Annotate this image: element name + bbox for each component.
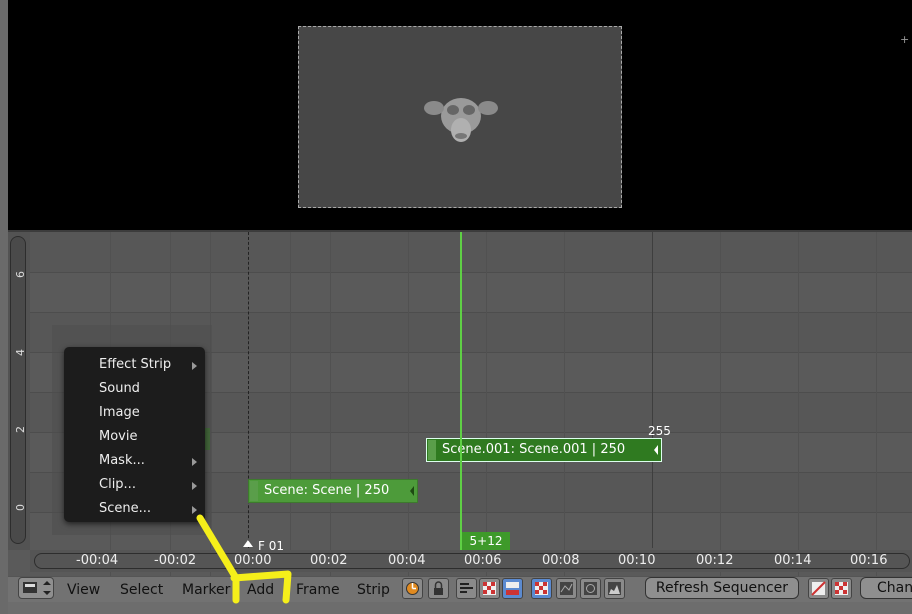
y-tick: 6 bbox=[14, 271, 27, 278]
strip-right-handle[interactable] bbox=[652, 440, 660, 460]
clock-icon[interactable] bbox=[402, 578, 423, 599]
end-frame-line bbox=[652, 232, 653, 548]
histogram-icon[interactable] bbox=[604, 578, 625, 599]
start-marker-icon bbox=[243, 540, 253, 547]
strip-left-handle[interactable] bbox=[428, 440, 436, 460]
frame-menu[interactable]: Frame bbox=[296, 580, 340, 600]
ruler-tick: 00:04 bbox=[388, 553, 426, 568]
vectorscope-icon[interactable] bbox=[580, 578, 601, 599]
marker-menu[interactable]: Marker bbox=[182, 580, 230, 600]
preview-mode-icon[interactable] bbox=[502, 578, 523, 599]
strip-label: Scene: Scene | 250 bbox=[264, 483, 390, 498]
add-dropdown-menu: Effect Strip Sound Image Movie Mask... C… bbox=[64, 347, 205, 522]
menu-item-sound[interactable]: Sound bbox=[99, 381, 140, 396]
end-frame-number: 255 bbox=[648, 424, 671, 438]
submenu-arrow-icon bbox=[192, 362, 197, 370]
submenu-arrow-icon bbox=[192, 482, 197, 490]
y-tick: 0 bbox=[14, 504, 27, 511]
strip-left-handle[interactable] bbox=[250, 481, 258, 501]
image-display-icon[interactable] bbox=[531, 578, 552, 599]
ruler-tick: 00:00 bbox=[234, 553, 272, 568]
editor-type-button[interactable] bbox=[18, 577, 54, 599]
strip-label: Scene.001: Scene.001 | 250 bbox=[442, 442, 626, 457]
add-menu[interactable]: Add bbox=[247, 580, 274, 600]
menu-item-image[interactable]: Image bbox=[99, 405, 140, 420]
menu-item-effect-strip[interactable]: Effect Strip bbox=[99, 357, 171, 372]
playhead-frame-label: 5+12 bbox=[462, 532, 510, 550]
checker-icon[interactable] bbox=[479, 578, 500, 599]
menu-item-scene[interactable]: Scene... bbox=[99, 501, 151, 516]
view-menu[interactable]: View bbox=[67, 580, 100, 600]
ruler-tick: 00:12 bbox=[696, 553, 734, 568]
window-border bbox=[0, 0, 8, 614]
submenu-arrow-icon bbox=[192, 506, 197, 514]
bottom-toolbar bbox=[8, 602, 912, 614]
sequencer-editor-icon bbox=[23, 581, 51, 595]
align-icon[interactable] bbox=[456, 578, 477, 599]
monkey-head-icon bbox=[424, 98, 498, 142]
refresh-sequencer-button[interactable]: Refresh Sequencer bbox=[645, 577, 799, 599]
scene-strip[interactable]: Scene: Scene | 250 bbox=[248, 479, 418, 503]
playhead[interactable] bbox=[460, 232, 462, 552]
strip-menu[interactable]: Strip bbox=[357, 580, 390, 600]
ruler-tick: 00:10 bbox=[618, 553, 656, 568]
ruler-tick: -00:04 bbox=[76, 553, 119, 568]
ruler-tick: 00:02 bbox=[310, 553, 348, 568]
ruler-tick: 00:08 bbox=[542, 553, 580, 568]
overlay-toggle-icon[interactable] bbox=[808, 578, 829, 599]
ruler-tick: 00:14 bbox=[774, 553, 812, 568]
y-tick: 4 bbox=[14, 349, 27, 356]
ruler-tick: -00:02 bbox=[154, 553, 197, 568]
ruler-tick: 00:06 bbox=[464, 553, 502, 568]
menu-item-mask[interactable]: Mask... bbox=[99, 453, 145, 468]
y-tick: 2 bbox=[14, 426, 27, 433]
waveform-icon[interactable] bbox=[556, 578, 577, 599]
menu-item-movie[interactable]: Movie bbox=[99, 429, 137, 444]
ruler-tick: 00:16 bbox=[850, 553, 888, 568]
lock-icon[interactable] bbox=[428, 578, 449, 599]
checker-small-icon[interactable] bbox=[831, 578, 852, 599]
strip-right-handle[interactable] bbox=[408, 481, 416, 501]
menu-item-clip[interactable]: Clip... bbox=[99, 477, 136, 492]
corner-plus-icon[interactable]: + bbox=[900, 33, 909, 46]
select-menu[interactable]: Select bbox=[120, 580, 163, 600]
channel-dropdown[interactable]: Chann bbox=[860, 577, 912, 599]
submenu-arrow-icon bbox=[192, 458, 197, 466]
vertical-scrollbar[interactable] bbox=[10, 236, 26, 544]
